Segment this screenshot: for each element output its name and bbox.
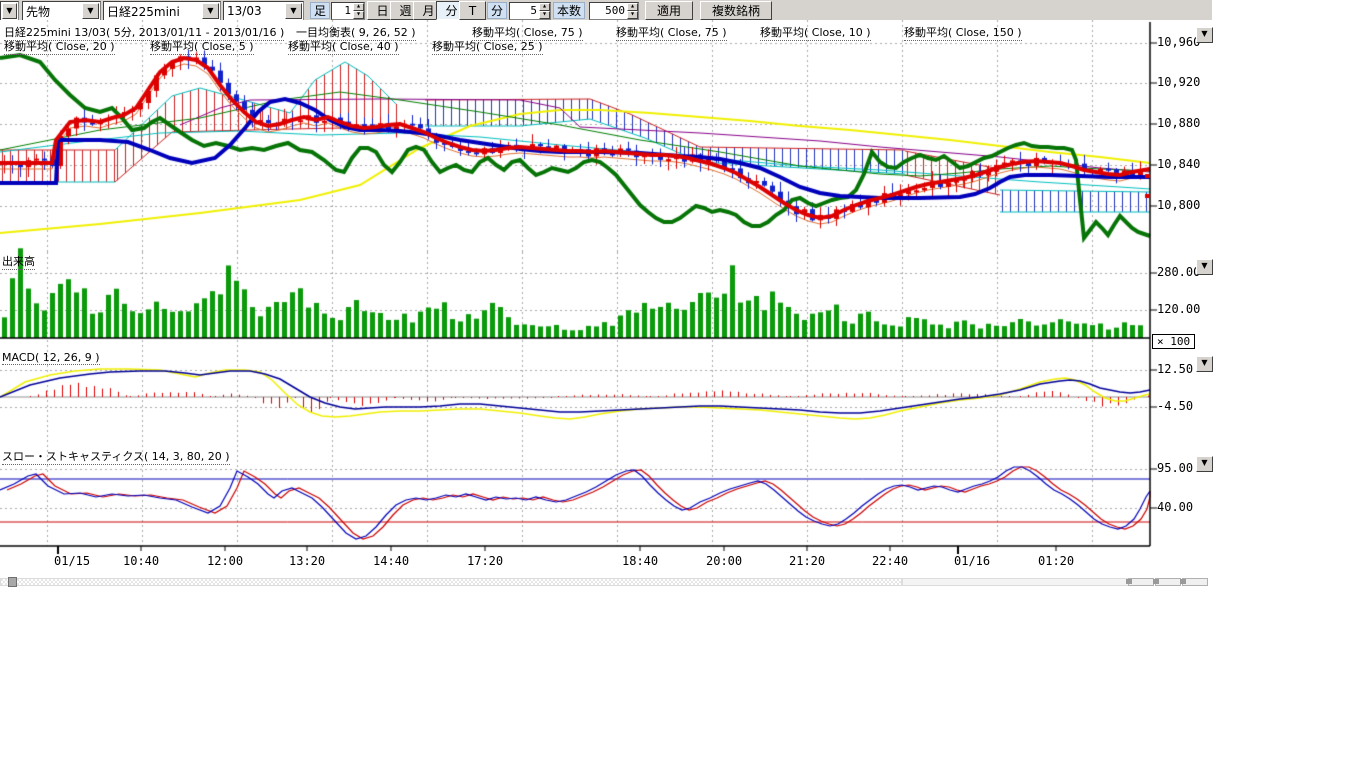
pane-options-dropdown[interactable]: ▼ (1196, 356, 1213, 372)
market-combobox-value: 先物 (23, 3, 81, 20)
contract-combobox-value: 13/03 (224, 4, 284, 18)
legend-item: 移動平均( Close, 40 ) (288, 38, 399, 55)
minute-value-stepper[interactable]: 5 ▲▼ (509, 2, 551, 20)
legend-item: 移動平均( Close, 150 ) (904, 24, 1022, 41)
scrollbar-thumb[interactable] (8, 577, 17, 587)
scrollbar-handle-icon[interactable] (1153, 579, 1159, 584)
time-axis-label: 01/16 (954, 554, 990, 568)
y-axis-label: 10,880 (1157, 116, 1200, 130)
multi-symbol-button[interactable]: 複数銘柄 (700, 1, 772, 20)
time-axis-label: 14:40 (373, 554, 409, 568)
bar-interval-stepper[interactable]: 1 ▲▼ (331, 2, 365, 20)
contract-combobox[interactable]: 13/03 ▼ (223, 1, 304, 21)
volume-multiplier-badge: × 100 (1152, 334, 1195, 349)
time-axis-label: 01/15 (54, 554, 90, 568)
symbol-combobox-value: 日経225mini (104, 3, 201, 20)
time-axis-label: 21:20 (789, 554, 825, 568)
time-axis-label: 12:00 (207, 554, 243, 568)
pane-label: スロー・ストキャスティクス( 14, 3, 80, 20 ) (2, 448, 230, 465)
time-axis-label: 18:40 (622, 554, 658, 568)
legend-item: 移動平均( Close, 10 ) (760, 24, 871, 41)
pane-options-dropdown[interactable]: ▼ (1196, 456, 1213, 472)
y-axis-label: 10,800 (1157, 198, 1200, 212)
symbol-combobox[interactable]: 日経225mini ▼ (103, 1, 221, 21)
chevron-down-icon[interactable]: ▼ (82, 3, 99, 19)
scrollbar-track[interactable] (0, 578, 902, 586)
y-axis-label: 12.50 (1157, 362, 1193, 376)
bar-count-stepper[interactable]: 500 ▲▼ (589, 2, 639, 20)
bar-type-label: 足 (310, 2, 330, 19)
time-axis-label: 10:40 (123, 554, 159, 568)
legend-item: 移動平均( Close, 5 ) (150, 38, 254, 55)
left-stub-combobox[interactable]: ▼ (0, 1, 19, 21)
chevron-down-icon[interactable]: ▼ (285, 3, 302, 19)
bar-count-label: 本数 (553, 2, 585, 19)
y-axis-label: 280.00 (1157, 265, 1200, 279)
y-axis-label: 95.00 (1157, 461, 1193, 475)
time-axis-label: 22:40 (872, 554, 908, 568)
toolbar: ▼ 先物 ▼ 日経225mini ▼ 13/03 ▼ 足 1 ▲▼ 日 週 月 … (0, 0, 1212, 21)
time-axis-label: 13:20 (289, 554, 325, 568)
y-axis-label: -4.50 (1157, 399, 1193, 413)
y-axis-label: 10,840 (1157, 157, 1200, 171)
app-window: ▼ 先物 ▼ 日経225mini ▼ 13/03 ▼ 足 1 ▲▼ 日 週 月 … (0, 0, 1366, 768)
scrollbar-handle-icon[interactable] (1126, 579, 1132, 584)
legend-item: 移動平均( Close, 25 ) (432, 38, 543, 55)
bar-interval-value: 1 (332, 3, 353, 19)
minute-unit-label: 分 (487, 2, 507, 19)
scrollbar-handle-icon[interactable] (1180, 579, 1186, 584)
scrollbar-track-right[interactable] (902, 578, 1130, 586)
bar-count-value: 500 (590, 3, 627, 19)
horizontal-scrollbar[interactable] (0, 576, 1212, 585)
pane-options-dropdown[interactable]: ▼ (1196, 259, 1213, 275)
market-combobox[interactable]: 先物 ▼ (22, 1, 101, 21)
stepper-arrows-icon[interactable]: ▲▼ (539, 3, 550, 19)
apply-button[interactable]: 適用 (645, 1, 693, 20)
legend-item: 移動平均( Close, 75 ) (616, 24, 727, 41)
y-axis-label: 10,960 (1157, 35, 1200, 49)
y-axis-label: 120.00 (1157, 302, 1200, 316)
chevron-down-icon[interactable]: ▼ (2, 3, 17, 19)
pane-options-dropdown[interactable]: ▼ (1196, 27, 1213, 43)
legend-item: 移動平均( Close, 20 ) (4, 38, 115, 55)
stepper-arrows-icon[interactable]: ▲▼ (627, 3, 638, 19)
y-axis-label: 40.00 (1157, 500, 1193, 514)
time-axis-label: 01:20 (1038, 554, 1074, 568)
pane-label: 出来高 (2, 253, 35, 270)
price-chart-canvas (0, 20, 1212, 586)
time-axis-label: 20:00 (706, 554, 742, 568)
pane-label: MACD( 12, 26, 9 ) (2, 351, 100, 365)
minute-value: 5 (510, 3, 539, 19)
time-axis-label: 17:20 (467, 554, 503, 568)
period-button-tick[interactable]: T (459, 1, 486, 20)
y-axis-label: 10,920 (1157, 75, 1200, 89)
chevron-down-icon[interactable]: ▼ (202, 3, 219, 19)
stepper-arrows-icon[interactable]: ▲▼ (353, 3, 364, 19)
